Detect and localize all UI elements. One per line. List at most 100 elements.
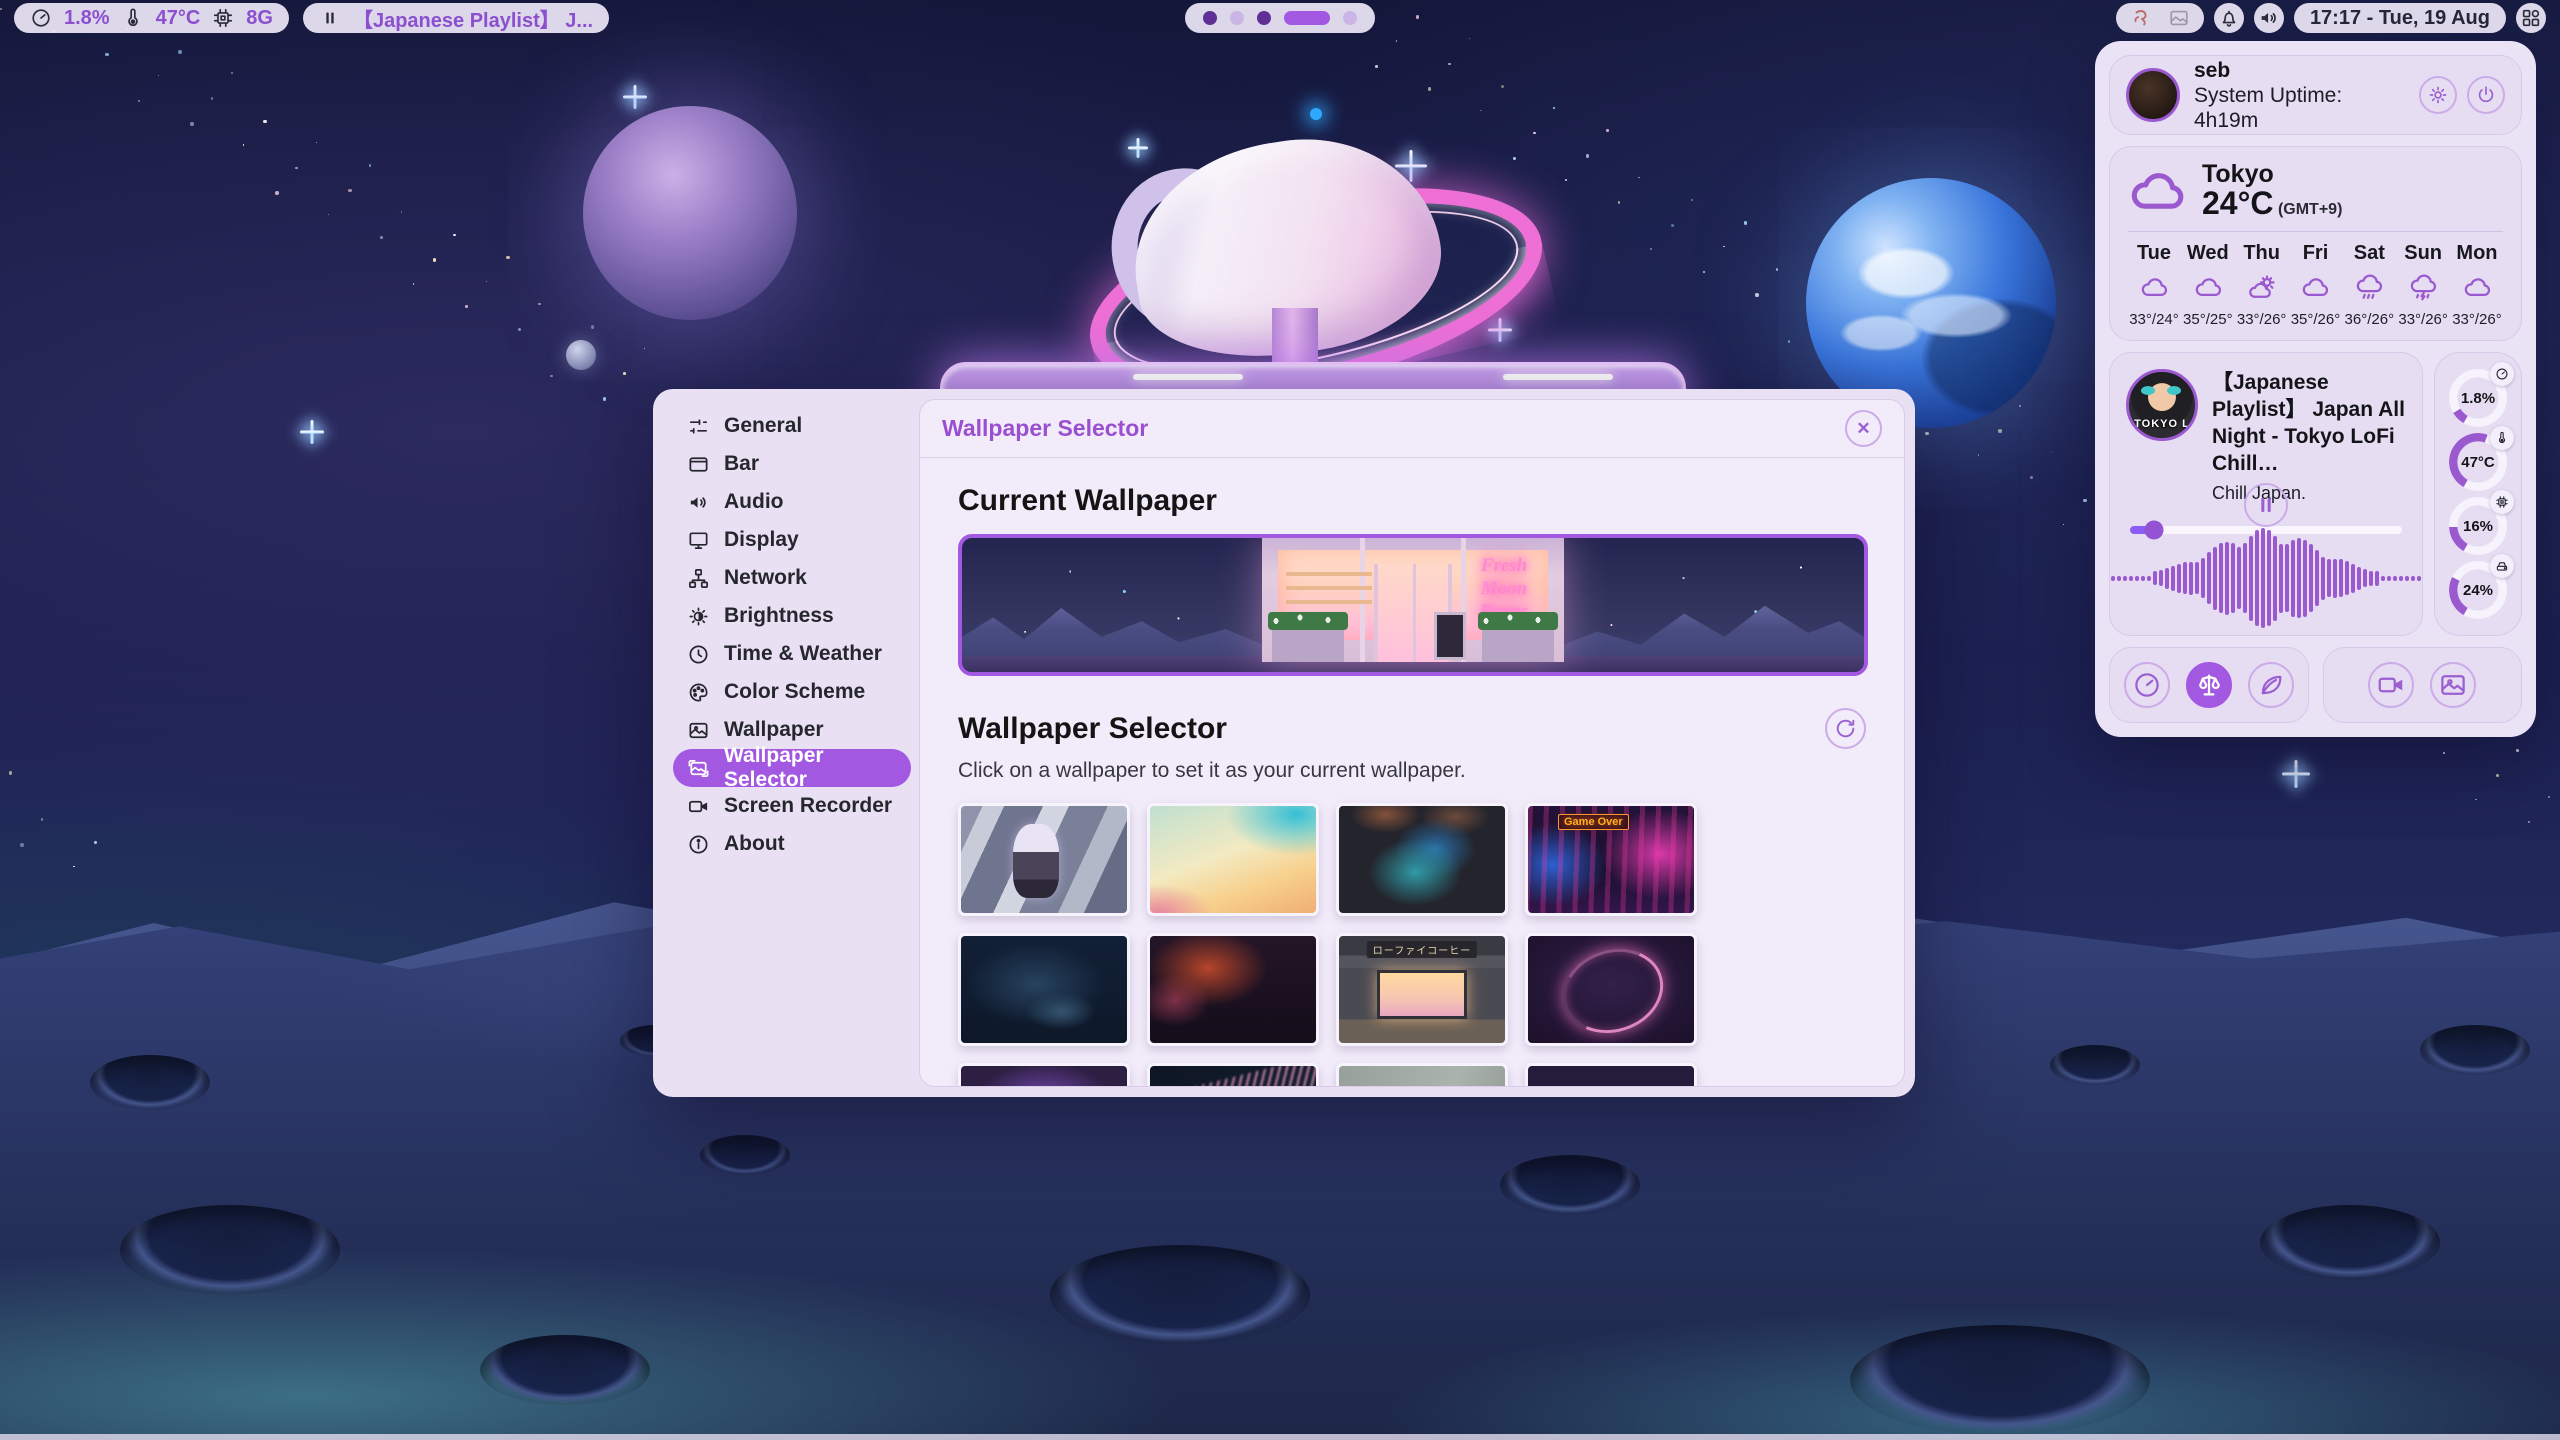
close-button[interactable]: ✕ [1845, 410, 1882, 447]
star [380, 236, 383, 239]
waveform-bar [2309, 544, 2313, 612]
chip-icon [212, 7, 234, 29]
forecast-day-fri: Fri35°/26° [2289, 242, 2341, 328]
wallpaper-thumbnail-nebula-forest[interactable] [958, 1063, 1130, 1086]
workspace-dot-5[interactable] [1343, 11, 1357, 25]
forecast-day-name: Sun [2404, 242, 2442, 265]
power-button[interactable] [2467, 76, 2505, 114]
workspace-dot-3[interactable] [1257, 11, 1271, 25]
system-stats-pill[interactable]: 1.8% 47°C 8G [14, 3, 289, 33]
sidebar-item-bar[interactable]: Bar [673, 445, 911, 483]
star [1744, 221, 1748, 225]
tray-image-icon[interactable] [2168, 7, 2190, 29]
notifications-button[interactable] [2214, 3, 2244, 33]
sidebar-item-general[interactable]: General [673, 407, 911, 445]
app-launcher-button[interactable] [2516, 3, 2546, 33]
wallpaper-thumbnail-anime-crosswalk[interactable] [958, 803, 1130, 916]
media-progress-thumb[interactable] [2145, 521, 2164, 540]
stat-ring-chip: 16% [2449, 497, 2507, 555]
weather-city: Tokyo [2202, 161, 2342, 187]
forecast-temps: 35°/26° [2291, 311, 2341, 328]
star [243, 144, 245, 146]
star [138, 100, 141, 103]
waveform-bar [2375, 571, 2379, 586]
sidebar-item-about[interactable]: About [673, 825, 911, 863]
workspace-indicator[interactable] [1185, 3, 1375, 33]
star [2548, 796, 2550, 798]
star [20, 843, 24, 847]
sidebar-item-color-scheme[interactable]: Color Scheme [673, 673, 911, 711]
waveform-bar [2249, 536, 2253, 621]
user-card: seb System Uptime: 4h19m [2109, 55, 2522, 135]
wallpaper-thumbnail-dark-village[interactable] [958, 933, 1130, 1046]
media-progress-slider[interactable] [2130, 526, 2402, 534]
waveform-bar [2399, 576, 2403, 581]
screen-record-button[interactable] [2368, 662, 2414, 708]
cpu-usage: 1.8% [64, 7, 110, 30]
wallpaper-thumbnail-light-ring[interactable] [1525, 933, 1697, 1046]
sidebar-item-network[interactable]: Network [673, 559, 911, 597]
workspace-dot-4[interactable] [1284, 11, 1330, 25]
sidebar-item-screen-recorder[interactable]: Screen Recorder [673, 787, 911, 825]
waveform-bar [2363, 569, 2367, 587]
top-bar: 1.8% 47°C 8G 【Japanese Playlist】 J... 17… [0, 0, 2560, 36]
forecast-day-mon: Mon33°/26° [2451, 242, 2503, 328]
crater [90, 1055, 210, 1110]
tray-app-icon[interactable] [2130, 7, 2152, 29]
star [2019, 405, 2022, 408]
wallpaper-thumbnail-coral-reef[interactable] [1525, 1063, 1697, 1086]
thumbnail-sign-text: ローファイコーヒー [1367, 941, 1477, 958]
star [465, 305, 468, 308]
wallpaper-thumbnail-pastel-gradient[interactable] [1147, 803, 1319, 916]
refresh-button[interactable] [1825, 708, 1866, 749]
sidebar-item-wallpaper-selector[interactable]: Wallpaper Selector [673, 749, 911, 787]
workspace-dot-2[interactable] [1230, 11, 1244, 25]
sidebar-item-audio[interactable]: Audio [673, 483, 911, 521]
sidebar-item-brightness[interactable]: Brightness [673, 597, 911, 635]
refresh-icon [1833, 716, 1858, 741]
volume-button[interactable] [2254, 3, 2284, 33]
forecast-day-name: Sat [2354, 242, 2385, 265]
blue-star [1310, 108, 1322, 120]
waveform-bar [2279, 544, 2283, 613]
sidebar-item-label: Brightness [724, 604, 834, 628]
bell-icon [2218, 7, 2240, 29]
star [623, 372, 626, 375]
wallpaper-thumbnail-teal-blur[interactable] [1336, 803, 1508, 916]
star [328, 214, 330, 216]
waveform-bar [2321, 557, 2325, 600]
wallpaper-thumbnail-wire-mesh[interactable] [1147, 1063, 1319, 1086]
profile-powersave-button[interactable] [2248, 662, 2294, 708]
panel-header: Wallpaper Selector ✕ [920, 400, 1904, 457]
waveform-bar [2417, 576, 2421, 581]
star [1469, 38, 1471, 40]
media-pill[interactable]: 【Japanese Playlist】 J... [303, 3, 609, 33]
profile-balanced-button[interactable] [2186, 662, 2232, 708]
waveform-bar [2147, 576, 2151, 581]
profile-performance-button[interactable] [2124, 662, 2170, 708]
star [2496, 774, 2500, 778]
system-tray[interactable] [2116, 3, 2204, 33]
forecast-day-tue: Tue33°/24° [2128, 242, 2180, 328]
bright-star [300, 420, 324, 444]
bright-star [1128, 138, 1148, 158]
waveform-bar [2213, 547, 2217, 610]
wallpaper-thumbnail-lofi-storefront[interactable]: ローファイコーヒー [1336, 933, 1508, 1046]
screenshot-button[interactable] [2430, 662, 2476, 708]
settings-button[interactable] [2419, 76, 2457, 114]
sidebar-item-label: General [724, 414, 802, 438]
star [1638, 177, 1640, 179]
gauge-icon [30, 7, 52, 29]
waveform-bar [2345, 561, 2349, 595]
pause-button[interactable] [2244, 483, 2288, 527]
sidebar-item-time-weather[interactable]: Time & Weather [673, 635, 911, 673]
sidebar-item-display[interactable]: Display [673, 521, 911, 559]
wallpaper-thumbnail-neon-arcade[interactable]: Game Over [1525, 803, 1697, 916]
wallpaper-thumbnail-ember-forest[interactable] [1147, 933, 1319, 1046]
clock-pill[interactable]: 17:17 - Tue, 19 Aug [2294, 3, 2506, 33]
pause-icon [2252, 491, 2280, 519]
wallpaper-thumbnail-sage-grey[interactable] [1336, 1063, 1508, 1086]
waveform-bar [2297, 538, 2301, 618]
workspace-dot-1[interactable] [1203, 11, 1217, 25]
sidebar-item-label: Screen Recorder [724, 794, 892, 818]
